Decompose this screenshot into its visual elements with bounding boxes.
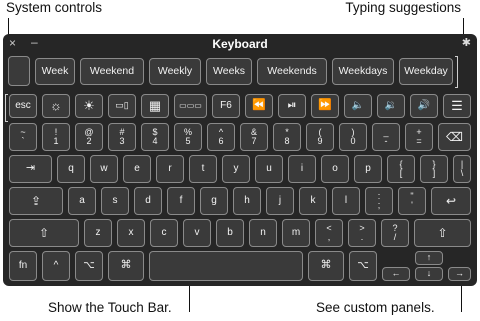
control-key[interactable]: ^ (42, 251, 70, 281)
suggestion-weekdays[interactable]: Weekdays (332, 58, 394, 85)
key-c[interactable]: c (150, 219, 178, 247)
key-period[interactable]: >. (348, 219, 376, 247)
volume-up-icon[interactable]: 🔊 (410, 94, 438, 118)
key-right-bracket[interactable]: }] (420, 155, 448, 183)
arrow-right-key[interactable]: → (448, 267, 471, 281)
play-pause-icon[interactable]: ⏯ (278, 94, 306, 118)
key-comma[interactable]: <, (315, 219, 343, 247)
key-l[interactable]: l (332, 187, 360, 215)
key-g[interactable]: g (200, 187, 228, 215)
window-title: Keyboard (212, 37, 268, 51)
key-4[interactable]: $4 (141, 123, 169, 151)
key-2[interactable]: @2 (75, 123, 103, 151)
callout-custom-panels: See custom panels. (316, 300, 435, 315)
callout-system-controls: System controls (6, 0, 103, 15)
option-right-key[interactable]: ⌥ (349, 251, 377, 281)
suggestion-weekly[interactable]: Weekly (149, 58, 201, 85)
key-x[interactable]: x (117, 219, 145, 247)
command-left-key[interactable]: ⌘ (108, 251, 144, 281)
key-d[interactable]: d (134, 187, 162, 215)
key-e[interactable]: e (123, 155, 151, 183)
key-5[interactable]: % 5 (174, 123, 202, 151)
suggestion-empty-slot[interactable] (8, 56, 30, 86)
typing-suggestions-bracket (455, 56, 458, 88)
key-6[interactable]: ^ 6 (207, 123, 235, 151)
key-equals[interactable]: + = (405, 123, 433, 151)
suggestion-weeks[interactable]: Weeks (206, 58, 252, 85)
key-backtick[interactable]: ~ ` (9, 123, 37, 151)
key-o[interactable]: o (321, 155, 349, 183)
key-y[interactable]: y (222, 155, 250, 183)
brightness-down-icon[interactable]: ☼ (42, 94, 70, 118)
key-m[interactable]: m (282, 219, 310, 247)
key-3[interactable]: #3 (108, 123, 136, 151)
key-s[interactable]: s (101, 187, 129, 215)
keyboard-viewer-window: × – Keyboard ✱ Week Weekend Weekly Weeks… (3, 34, 477, 286)
key-t[interactable]: t (189, 155, 217, 183)
suggestion-weekday[interactable]: Weekday (399, 58, 453, 85)
suggestion-week[interactable]: Week (35, 58, 75, 85)
mute-icon[interactable]: 🔈 (344, 94, 372, 118)
shift-right-key[interactable]: ⇧ (414, 219, 471, 247)
key-a[interactable]: a (68, 187, 96, 215)
suggestion-weekend[interactable]: Weekend (80, 58, 144, 85)
rewind-icon[interactable]: ⏪ (245, 94, 273, 118)
custom-panels-icon[interactable]: ☰ (443, 94, 471, 118)
option-left-key[interactable]: ⌥ (75, 251, 103, 281)
shift-left-key[interactable]: ⇧ (9, 219, 79, 247)
key-k[interactable]: k (299, 187, 327, 215)
key-h[interactable]: h (233, 187, 261, 215)
fast-forward-icon[interactable]: ⏩ (311, 94, 339, 118)
key-q[interactable]: q (57, 155, 85, 183)
esc-key[interactable]: esc (9, 94, 37, 118)
key-quote[interactable]: " ' (398, 187, 426, 215)
arrow-left-key[interactable]: ← (382, 267, 410, 281)
volume-down-icon[interactable]: 🔉 (377, 94, 405, 118)
key-w[interactable]: w (90, 155, 118, 183)
key-u[interactable]: u (255, 155, 283, 183)
caps-lock-key[interactable]: ⇪ (9, 187, 63, 215)
f6-key[interactable]: F6 (212, 94, 240, 118)
arrow-up-key[interactable]: ↑ (415, 251, 443, 265)
key-b[interactable]: b (216, 219, 244, 247)
mission-control-icon[interactable]: ▭▯ (108, 94, 136, 118)
key-7[interactable]: & 7 (240, 123, 268, 151)
key-r[interactable]: r (156, 155, 184, 183)
key-f[interactable]: f (167, 187, 195, 215)
key-semicolon[interactable]: :; (365, 187, 393, 215)
brightness-up-icon[interactable]: ☀ (75, 94, 103, 118)
command-right-key[interactable]: ⌘ (308, 251, 344, 281)
callout-touch-bar: Show the Touch Bar. (48, 300, 172, 315)
suggestion-weekends[interactable]: Weekends (257, 58, 327, 85)
title-bar: × – Keyboard ✱ (3, 34, 477, 54)
space-bar[interactable] (149, 251, 303, 281)
key-left-bracket[interactable]: {[ (387, 155, 415, 183)
key-v[interactable]: v (183, 219, 211, 247)
key-8[interactable]: * 8 (273, 123, 301, 151)
launchpad-icon[interactable]: ▦ (141, 94, 169, 118)
key-0[interactable]: ) 0 (339, 123, 367, 151)
fn-key[interactable]: fn (9, 251, 37, 281)
key-n[interactable]: n (249, 219, 277, 247)
key-1[interactable]: ! 1 (42, 123, 70, 151)
key-slash[interactable]: ? / (381, 219, 409, 247)
key-backslash[interactable]: | \ (453, 155, 471, 183)
key-j[interactable]: j (266, 187, 294, 215)
touch-bar-icon[interactable]: ▭▭▭ (174, 94, 207, 118)
return-key[interactable]: ↩ (431, 187, 471, 215)
key-z[interactable]: z (84, 219, 112, 247)
delete-key[interactable]: ⌫ (438, 123, 471, 151)
gear-icon[interactable]: ✱ (462, 36, 471, 49)
key-9[interactable]: (9 (306, 123, 334, 151)
tab-key[interactable]: ⇥ (9, 155, 52, 183)
key-p[interactable]: p (354, 155, 382, 183)
system-controls-bracket (5, 94, 8, 122)
callout-typing-suggestions: Typing suggestions (345, 0, 461, 15)
arrow-down-key[interactable]: ↓ (415, 267, 443, 281)
key-i[interactable]: i (288, 155, 316, 183)
key-minus[interactable]: _ - (372, 123, 400, 151)
